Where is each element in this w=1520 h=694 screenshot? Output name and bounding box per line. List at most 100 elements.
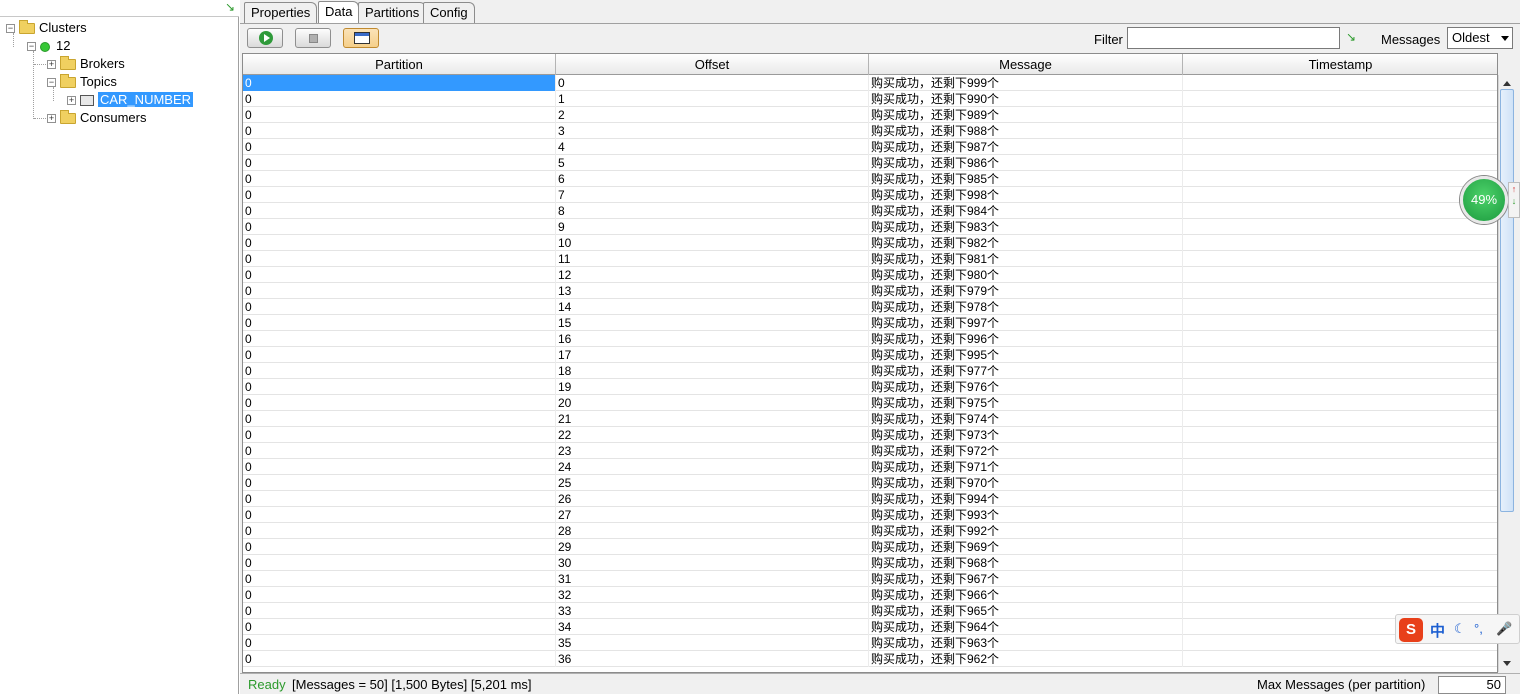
collapse-icon[interactable]: − xyxy=(27,42,36,52)
tab-properties[interactable]: Properties xyxy=(244,2,318,23)
cell-timestamp[interactable] xyxy=(1183,555,1497,571)
cell-timestamp[interactable] xyxy=(1183,107,1497,123)
cell-timestamp[interactable] xyxy=(1183,315,1497,331)
cell-partition[interactable]: 0 xyxy=(243,315,556,331)
table-row[interactable]: 0 19 购买成功，还剩下976个 xyxy=(243,379,1497,395)
cell-timestamp[interactable] xyxy=(1183,123,1497,139)
cell-offset[interactable]: 30 xyxy=(556,555,869,571)
filter-input[interactable] xyxy=(1127,27,1340,49)
table-row[interactable]: 0 10 购买成功，还剩下982个 xyxy=(243,235,1497,251)
cell-partition[interactable]: 0 xyxy=(243,635,556,651)
cell-offset[interactable]: 11 xyxy=(556,251,869,267)
cell-offset[interactable]: 13 xyxy=(556,283,869,299)
view-toggle-button[interactable] xyxy=(343,28,379,48)
table-row[interactable]: 0 13 购买成功，还剩下979个 xyxy=(243,283,1497,299)
cell-partition[interactable]: 0 xyxy=(243,555,556,571)
cell-message[interactable]: 购买成功，还剩下964个 xyxy=(869,619,1183,635)
cell-partition[interactable]: 0 xyxy=(243,379,556,395)
cell-partition[interactable]: 0 xyxy=(243,443,556,459)
cell-timestamp[interactable] xyxy=(1183,139,1497,155)
moon-icon[interactable]: ☾ xyxy=(1454,621,1466,637)
cell-offset[interactable]: 16 xyxy=(556,331,869,347)
cell-timestamp[interactable] xyxy=(1183,507,1497,523)
table-row[interactable]: 0 0 购买成功，还剩下999个 xyxy=(243,75,1497,91)
cell-partition[interactable]: 0 xyxy=(243,571,556,587)
cell-offset[interactable]: 35 xyxy=(556,635,869,651)
cell-timestamp[interactable] xyxy=(1183,395,1497,411)
ime-toolbar[interactable]: S 中 ☾ °, 🎤 xyxy=(1395,614,1520,644)
cell-partition[interactable]: 0 xyxy=(243,523,556,539)
cell-offset[interactable]: 23 xyxy=(556,443,869,459)
cell-offset[interactable]: 4 xyxy=(556,139,869,155)
cell-message[interactable]: 购买成功，还剩下963个 xyxy=(869,635,1183,651)
cell-timestamp[interactable] xyxy=(1183,203,1497,219)
cell-message[interactable]: 购买成功，还剩下986个 xyxy=(869,155,1183,171)
cell-timestamp[interactable] xyxy=(1183,571,1497,587)
cell-message[interactable]: 购买成功，还剩下974个 xyxy=(869,411,1183,427)
cell-offset[interactable]: 36 xyxy=(556,651,869,667)
cell-timestamp[interactable] xyxy=(1183,587,1497,603)
cell-partition[interactable]: 0 xyxy=(243,187,556,203)
cell-message[interactable]: 购买成功，还剩下970个 xyxy=(869,475,1183,491)
cell-offset[interactable]: 33 xyxy=(556,603,869,619)
cell-timestamp[interactable] xyxy=(1183,283,1497,299)
column-header-partition[interactable]: Partition xyxy=(243,54,556,75)
cell-message[interactable]: 购买成功，还剩下980个 xyxy=(869,267,1183,283)
cell-timestamp[interactable] xyxy=(1183,75,1497,91)
cell-timestamp[interactable] xyxy=(1183,459,1497,475)
cell-offset[interactable]: 18 xyxy=(556,363,869,379)
table-row[interactable]: 0 3 购买成功，还剩下988个 xyxy=(243,123,1497,139)
cell-offset[interactable]: 15 xyxy=(556,315,869,331)
cell-offset[interactable]: 14 xyxy=(556,299,869,315)
cell-offset[interactable]: 27 xyxy=(556,507,869,523)
table-row[interactable]: 0 9 购买成功，还剩下983个 xyxy=(243,219,1497,235)
expand-icon[interactable]: + xyxy=(67,96,76,106)
scroll-down-icon[interactable] xyxy=(1503,661,1511,666)
cell-partition[interactable]: 0 xyxy=(243,123,556,139)
tree-node-topics[interactable]: − Topics xyxy=(47,73,117,91)
table-row[interactable]: 0 1 购买成功，还剩下990个 xyxy=(243,91,1497,107)
table-row[interactable]: 0 29 购买成功，还剩下969个 xyxy=(243,539,1497,555)
cell-partition[interactable]: 0 xyxy=(243,299,556,315)
cell-partition[interactable]: 0 xyxy=(243,155,556,171)
table-row[interactable]: 0 16 购买成功，还剩下996个 xyxy=(243,331,1497,347)
cell-timestamp[interactable] xyxy=(1183,539,1497,555)
cell-message[interactable]: 购买成功，还剩下968个 xyxy=(869,555,1183,571)
cell-partition[interactable]: 0 xyxy=(243,283,556,299)
table-row[interactable]: 0 5 购买成功，还剩下986个 xyxy=(243,155,1497,171)
cell-partition[interactable]: 0 xyxy=(243,363,556,379)
cell-partition[interactable]: 0 xyxy=(243,267,556,283)
table-row[interactable]: 0 27 购买成功，还剩下993个 xyxy=(243,507,1497,523)
table-row[interactable]: 0 33 购买成功，还剩下965个 xyxy=(243,603,1497,619)
cell-offset[interactable]: 12 xyxy=(556,267,869,283)
cell-message[interactable]: 购买成功，还剩下989个 xyxy=(869,107,1183,123)
column-header-offset[interactable]: Offset xyxy=(556,54,869,75)
apply-filter-icon[interactable]: ↘ xyxy=(1346,30,1356,44)
table-row[interactable]: 0 21 购买成功，还剩下974个 xyxy=(243,411,1497,427)
table-row[interactable]: 0 28 购买成功，还剩下992个 xyxy=(243,523,1497,539)
table-row[interactable]: 0 25 购买成功，还剩下970个 xyxy=(243,475,1497,491)
scroll-up-icon[interactable] xyxy=(1503,81,1511,86)
cell-timestamp[interactable] xyxy=(1183,235,1497,251)
cell-message[interactable]: 购买成功，还剩下994个 xyxy=(869,491,1183,507)
table-row[interactable]: 0 35 购买成功，还剩下963个 xyxy=(243,635,1497,651)
cell-offset[interactable]: 17 xyxy=(556,347,869,363)
cell-timestamp[interactable] xyxy=(1183,491,1497,507)
table-row[interactable]: 0 24 购买成功，还剩下971个 xyxy=(243,459,1497,475)
cell-timestamp[interactable] xyxy=(1183,347,1497,363)
cell-timestamp[interactable] xyxy=(1183,251,1497,267)
cell-partition[interactable]: 0 xyxy=(243,235,556,251)
cell-message[interactable]: 购买成功，还剩下972个 xyxy=(869,443,1183,459)
table-row[interactable]: 0 34 购买成功，还剩下964个 xyxy=(243,619,1497,635)
cell-timestamp[interactable] xyxy=(1183,443,1497,459)
cell-offset[interactable]: 20 xyxy=(556,395,869,411)
table-scrollbar[interactable] xyxy=(1498,75,1515,672)
cell-partition[interactable]: 0 xyxy=(243,171,556,187)
cell-timestamp[interactable] xyxy=(1183,91,1497,107)
cell-message[interactable]: 购买成功，还剩下993个 xyxy=(869,507,1183,523)
cell-offset[interactable]: 9 xyxy=(556,219,869,235)
cell-partition[interactable]: 0 xyxy=(243,331,556,347)
scrollbar-thumb[interactable] xyxy=(1500,89,1514,512)
cell-message[interactable]: 购买成功，还剩下982个 xyxy=(869,235,1183,251)
tree-node-brokers[interactable]: + Brokers xyxy=(47,55,125,73)
